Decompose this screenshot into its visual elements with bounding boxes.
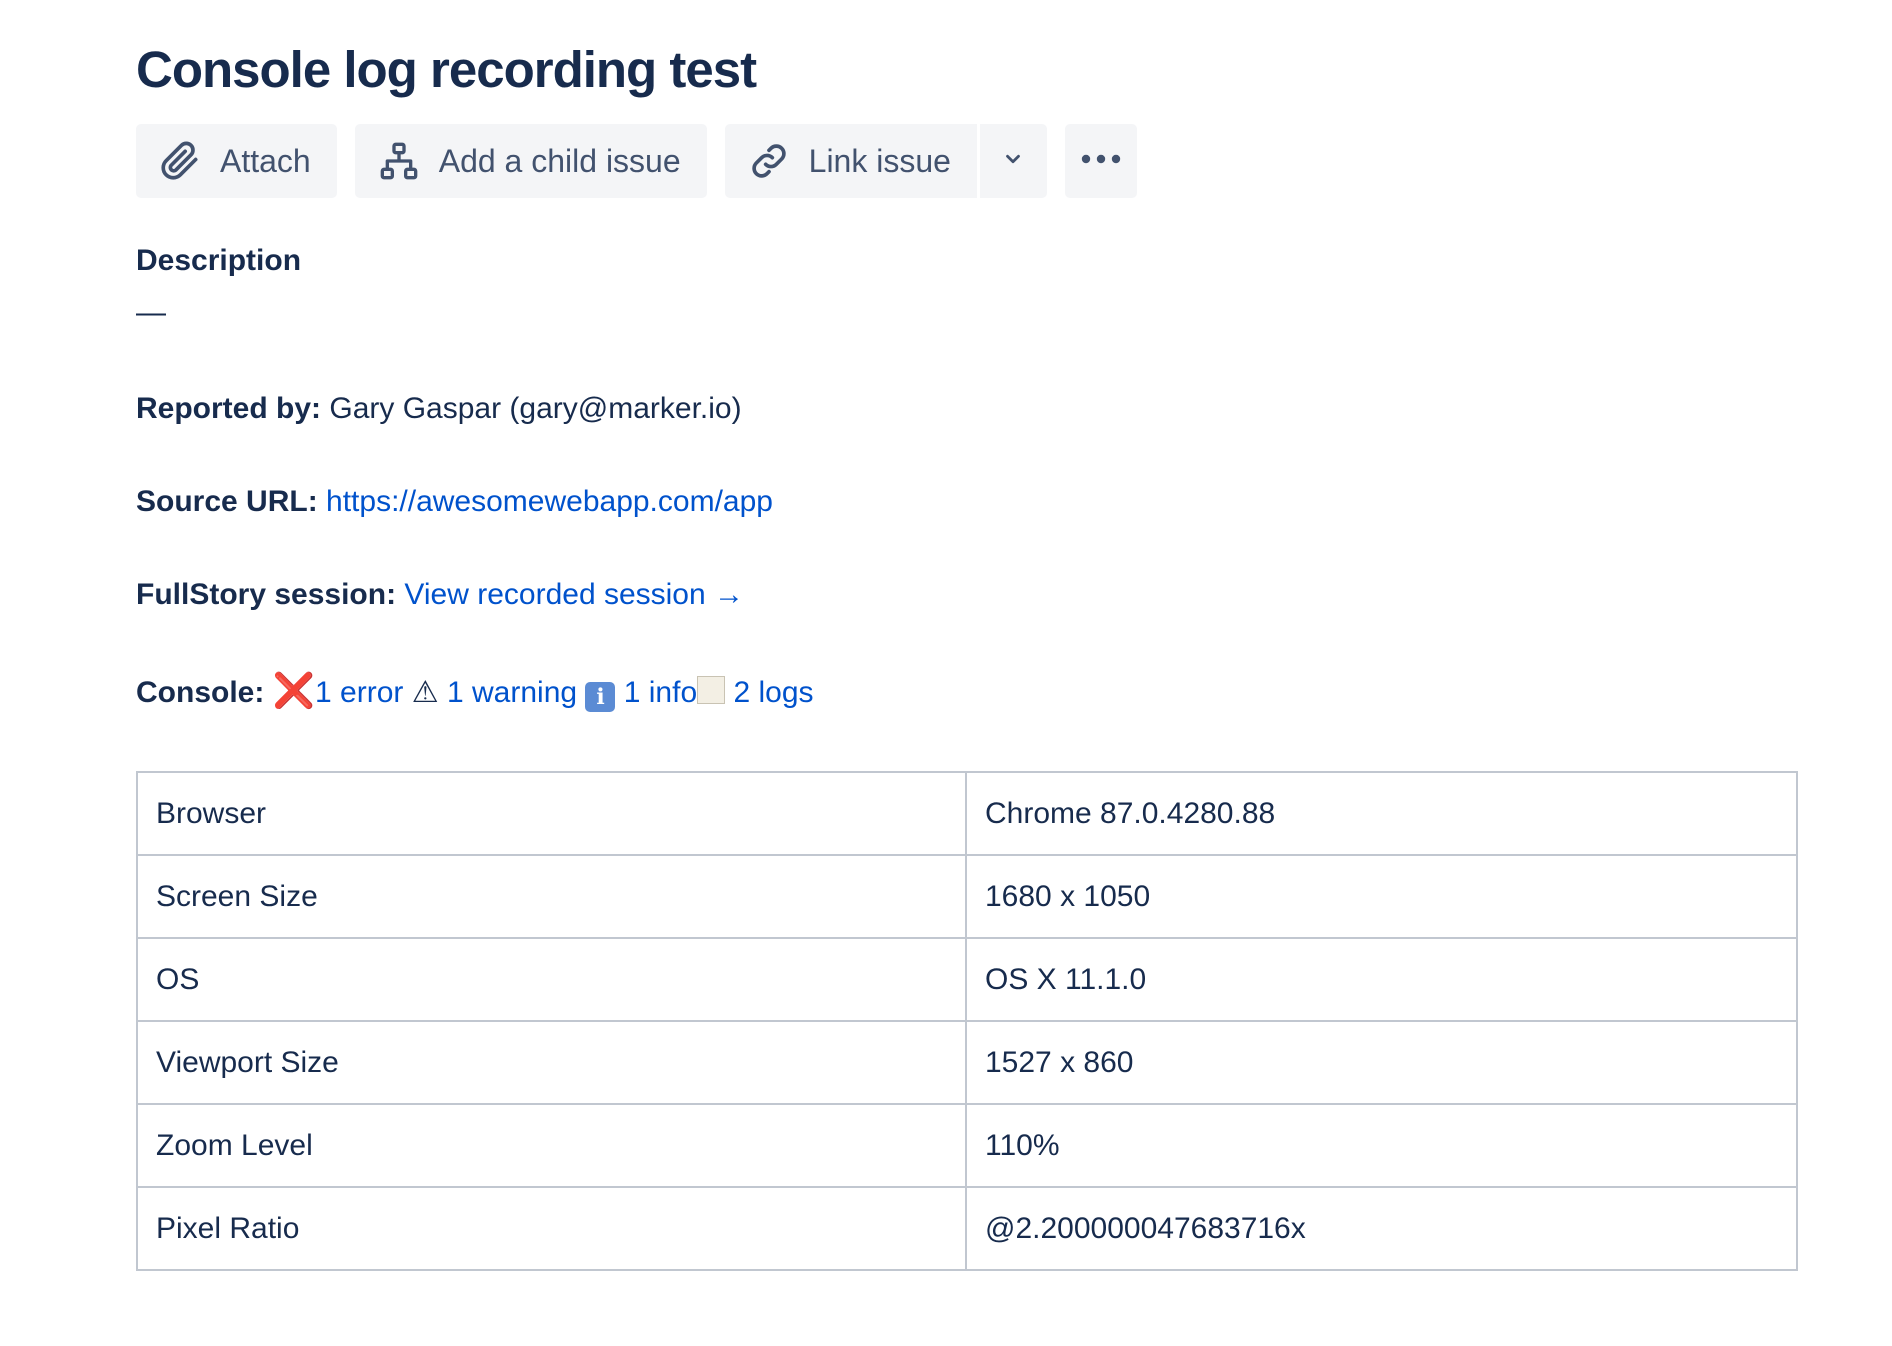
link-icon — [749, 141, 789, 181]
source-url-link[interactable]: https://awesomewebapp.com/app — [326, 485, 773, 518]
console-info-link[interactable]: 1 info — [624, 676, 697, 709]
table-cell-key: OS — [136, 937, 967, 1022]
table-row: Screen Size 1680 x 1050 — [136, 854, 1798, 939]
paperclip-icon — [160, 141, 200, 181]
description-heading: Description — [136, 244, 302, 277]
source-url-line: Source URL: https://awesomewebapp.com/ap… — [136, 485, 773, 519]
reported-by-label: Reported by: — [136, 392, 322, 425]
table-row: Viewport Size 1527 x 860 — [136, 1020, 1798, 1105]
fullstory-session-label: FullStory session: — [136, 578, 397, 611]
error-icon: ❌ — [272, 672, 316, 710]
chevron-down-icon — [1002, 148, 1024, 175]
table-row: Pixel Ratio @2.200000047683716x — [136, 1186, 1798, 1271]
environment-table: Browser Chrome 87.0.4280.88 Screen Size … — [136, 771, 1798, 1271]
info-icon: ℹ — [585, 682, 616, 712]
table-cell-key: Screen Size — [136, 854, 967, 939]
attach-button-label: Attach — [220, 142, 311, 179]
more-actions-button[interactable] — [1064, 124, 1137, 198]
table-row: Browser Chrome 87.0.4280.88 — [136, 771, 1798, 856]
console-errors-link[interactable]: 1 error — [315, 676, 403, 709]
table-cell-value: 1680 x 1050 — [965, 854, 1798, 939]
link-issue-button[interactable]: Link issue — [724, 124, 977, 198]
source-url-label: Source URL: — [136, 485, 318, 518]
add-child-issue-label: Add a child issue — [438, 142, 681, 179]
issue-toolbar: Attach Add a child issue Link issue — [136, 124, 1137, 198]
scroll-icon — [697, 676, 726, 704]
warning-icon: ⚠ — [411, 676, 439, 709]
description-empty-dash: — — [136, 296, 166, 329]
hierarchy-icon — [379, 141, 419, 181]
table-cell-key: Zoom Level — [136, 1103, 967, 1188]
fullstory-session-line: FullStory session: View recorded session… — [136, 578, 744, 612]
table-cell-key: Viewport Size — [136, 1020, 967, 1105]
table-cell-value: OS X 11.1.0 — [965, 937, 1798, 1022]
table-cell-key: Browser — [136, 771, 967, 856]
table-cell-value: 110% — [965, 1103, 1798, 1188]
console-summary-line: Console: ❌1 error ⚠ 1 warning ℹ 1 info 2… — [136, 671, 814, 712]
link-issue-dropdown-button[interactable] — [976, 124, 1047, 198]
view-recorded-session-link[interactable]: View recorded session → — [404, 578, 744, 611]
issue-title[interactable]: Console log recording test — [136, 40, 757, 99]
attach-button[interactable]: Attach — [136, 124, 337, 198]
link-issue-split-button: Link issue — [724, 124, 1047, 198]
table-row: OS OS X 11.1.0 — [136, 937, 1798, 1022]
add-child-issue-button[interactable]: Add a child issue — [354, 124, 707, 198]
table-cell-value: @2.200000047683716x — [965, 1186, 1798, 1271]
console-warnings-link[interactable]: 1 warning — [447, 676, 577, 709]
table-cell-value: Chrome 87.0.4280.88 — [965, 771, 1798, 856]
table-cell-key: Pixel Ratio — [136, 1186, 967, 1271]
console-logs-link[interactable]: 2 logs — [733, 676, 813, 709]
table-row: Zoom Level 110% — [136, 1103, 1798, 1188]
table-cell-value: 1527 x 860 — [965, 1020, 1798, 1105]
link-issue-label: Link issue — [808, 142, 951, 179]
more-horizontal-icon — [1080, 152, 1122, 170]
reported-by-value: Gary Gaspar (gary@marker.io) — [329, 392, 742, 425]
reported-by-line: Reported by: Gary Gaspar (gary@marker.io… — [136, 392, 742, 426]
console-label: Console: — [136, 676, 265, 709]
